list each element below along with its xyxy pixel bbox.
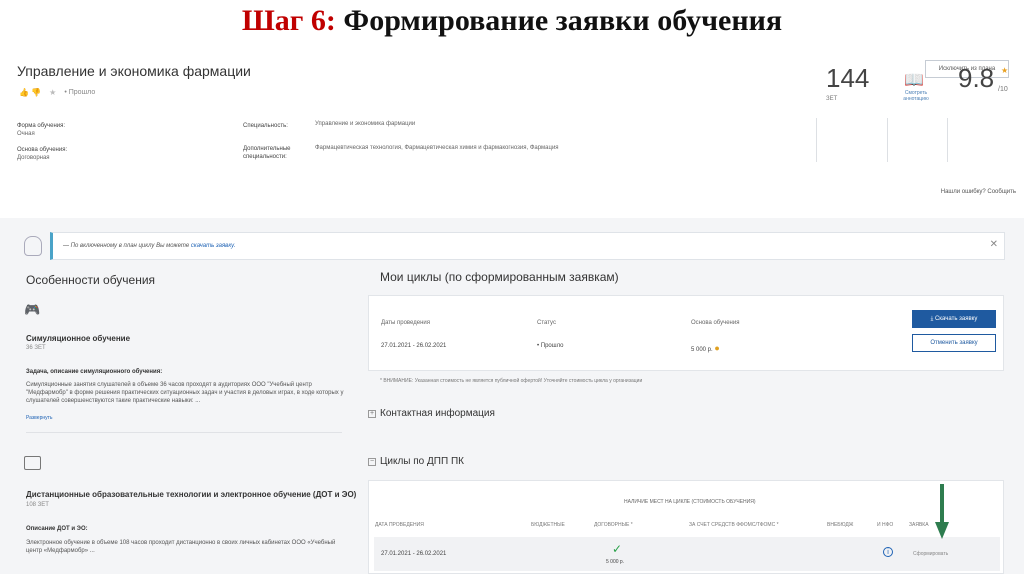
notice-banner: — По включенному в план циклу Вы можете … <box>50 232 1005 260</box>
star-icon[interactable]: ★ <box>49 88 56 97</box>
course-name: Управление и экономика фармации <box>17 63 251 79</box>
arrow-down-icon <box>935 484 949 539</box>
sim-zet: 36 ЗЕТ <box>26 345 46 351</box>
my-cycles-title: Мои циклы (по сформированным заявкам) <box>380 270 619 284</box>
zet-count: 144 <box>826 63 870 93</box>
collapse-minus-icon[interactable]: − <box>368 458 376 466</box>
stat-divider <box>816 118 817 162</box>
expand-link[interactable]: Развернуть <box>26 415 53 421</box>
table-header: ДОГОВОРНЫЕ * <box>594 522 633 528</box>
row-dates: 27.01.2021 - 26.02.2021 <box>381 551 447 557</box>
annotation-link[interactable]: Смотреть аннотацию <box>899 90 933 102</box>
dpp-table: НАЛИЧИЕ МЕСТ НА ЦИКЛЕ (СТОИМОСТЬ ОБУЧЕНИ… <box>368 480 1004 574</box>
course-status-text: Прошло <box>68 89 96 96</box>
cycle-status: • Прошло <box>537 343 564 349</box>
dot-desc-title: Описание ДОТ и ЭО: <box>26 526 88 532</box>
spec-label: Специальность: <box>243 123 288 129</box>
slide-title-text: Формирование заявки обучения <box>335 4 783 37</box>
slide-title-step: Шаг 6: <box>241 4 336 37</box>
features-title: Особенности обучения <box>26 273 156 287</box>
close-icon[interactable]: ✕ <box>990 239 998 250</box>
stat-divider <box>887 118 888 162</box>
table-header: ВНЕБЮДЖ <box>827 522 854 528</box>
price-warning: * ВНИМАНИЕ: Указанная стоимость не являе… <box>380 378 643 384</box>
col-basis: Основа обучения <box>691 320 740 326</box>
extra-spec-value: Фармацевтическая технология, Фармацевтич… <box>315 145 559 151</box>
book-icon[interactable]: 📖 <box>904 70 924 90</box>
basis-value: Договорная <box>17 155 50 161</box>
rating-star-icon: ★ <box>1001 66 1009 75</box>
zet-label: ЗЕТ <box>826 96 838 102</box>
table-group-header: НАЛИЧИЕ МЕСТ НА ЦИКЛЕ (СТОИМОСТЬ ОБУЧЕНИ… <box>624 499 756 505</box>
basis-label: Основа обучения: <box>17 147 68 153</box>
form-value: Очная <box>17 131 35 137</box>
course-meta: 👍 👎 ★ • Прошло <box>19 88 95 97</box>
dot-title: Дистанционные образовательные технологии… <box>26 490 357 499</box>
check-icon: ✓ <box>612 542 623 556</box>
cycle-dates: 27.01.2021 - 26.02.2021 <box>381 343 447 349</box>
form-request-link[interactable]: Сформировать <box>913 551 948 557</box>
info-icon[interactable]: i <box>883 547 893 557</box>
contact-title[interactable]: Контактная информация <box>380 408 495 419</box>
stat-divider <box>947 118 948 162</box>
task-body: Симуляционные занятия слушателей в объем… <box>26 382 344 404</box>
task-title: Задача, описание симуляционного обучения… <box>26 369 163 375</box>
notice-body: — По включенному в план циклу Вы можете <box>63 243 191 249</box>
gamepad-icon: 🎮 <box>24 302 41 317</box>
lower-section: — По включенному в план циклу Вы можете … <box>0 218 1024 574</box>
table-row: 27.01.2021 - 26.02.2021 ✓ 5 000 р. i Сфо… <box>374 537 1000 571</box>
download-request-button[interactable]: ⤓ Скачать заявку <box>912 310 996 328</box>
dot-desc: Электронное обучение в объеме 108 часов … <box>26 540 336 554</box>
form-label: Форма обучения: <box>17 123 66 129</box>
download-request-link[interactable]: скачать заявку. <box>191 243 236 249</box>
table-header: БЮДЖЕТНЫЕ <box>531 522 565 528</box>
dot-zet: 108 ЗЕТ <box>26 502 49 508</box>
cycle-price-text: 5 000 р. <box>691 347 713 353</box>
rating-value: 9.8 <box>958 63 995 93</box>
cancel-request-button[interactable]: Отменить заявку <box>912 334 996 352</box>
monitor-icon <box>24 456 41 470</box>
coin-icon: ● <box>714 343 720 353</box>
course-status: • Прошло <box>64 89 96 96</box>
cycle-price: 5 000 р. ● <box>691 343 720 353</box>
spec-value: Управление и экономика фармации <box>315 121 416 127</box>
table-header: ЗАЯВКА <box>909 522 929 528</box>
col-status: Статус <box>537 320 556 326</box>
extra-spec-label: Дополнительные специальности: <box>243 146 291 160</box>
col-dates: Даты проведения <box>381 320 430 326</box>
rating-scale: /10 <box>998 86 1008 93</box>
my-cycles-card: Даты проведения Статус Основа обучения 2… <box>368 295 1004 371</box>
table-header: И НФО <box>877 522 894 528</box>
sim-title: Симуляционное обучение <box>26 334 131 343</box>
thumbs-icons[interactable]: 👍 👎 <box>19 88 41 97</box>
table-header: ДАТА ПРОВЕДЕНИЯ <box>375 522 424 528</box>
expand-plus-icon[interactable]: + <box>368 410 376 418</box>
slide-title: Шаг 6: Формирование заявки обучения <box>0 4 1024 38</box>
report-error-link[interactable]: Нашли ошибку? Сообщить <box>941 189 1016 195</box>
table-header: ЗА СЧЕТ СРЕДСТВ ФФОМС/ТФОМС * <box>689 522 779 528</box>
divider <box>26 432 342 433</box>
row-price: 5 000 р. <box>606 559 625 565</box>
notice-text: — По включенному в план циклу Вы можете … <box>63 243 235 249</box>
dpp-title[interactable]: Циклы по ДПП ПК <box>380 456 464 467</box>
robot-icon <box>24 236 42 256</box>
